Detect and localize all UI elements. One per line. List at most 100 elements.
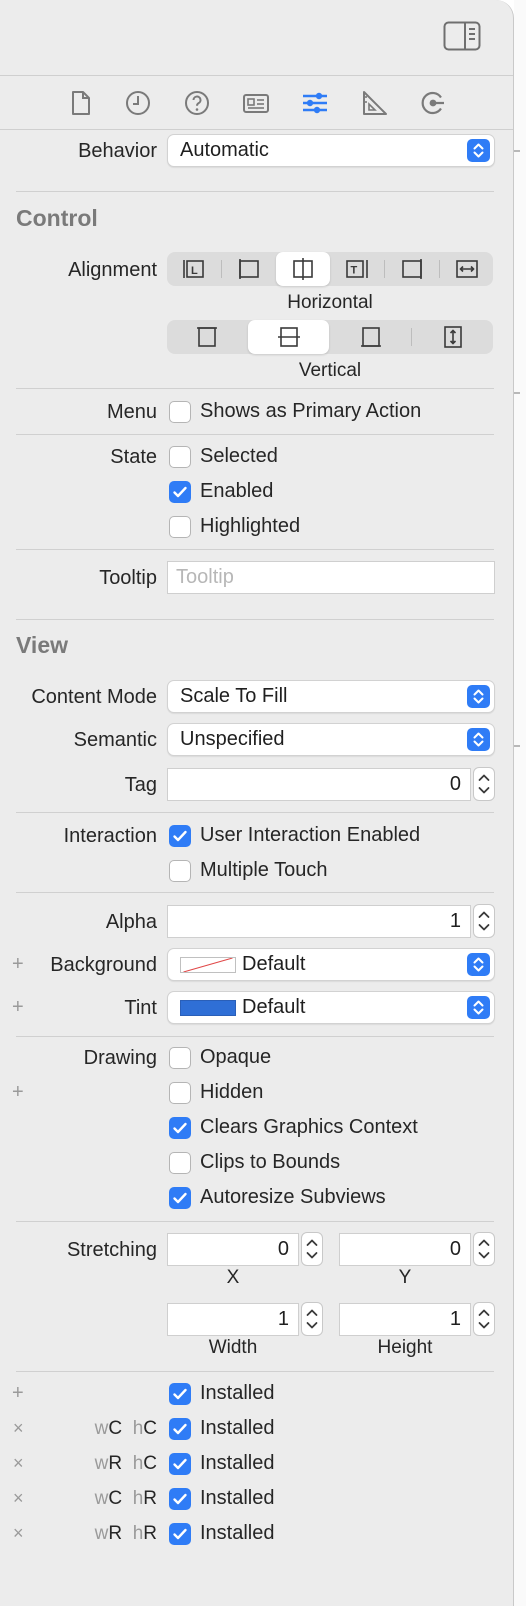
align-left-button[interactable]: L <box>167 252 221 286</box>
svg-text:T: T <box>351 265 358 277</box>
align-left-edge-button[interactable] <box>222 252 276 286</box>
add-hidden-variation-button[interactable]: + <box>12 1081 24 1104</box>
clips-bounds-checkbox[interactable] <box>169 1152 191 1174</box>
tab-file-inspector[interactable] <box>65 88 95 118</box>
tab-size-inspector[interactable] <box>359 88 389 118</box>
semantic-label: Semantic <box>73 729 157 751</box>
primary-action-label: Shows as Primary Action <box>200 400 422 422</box>
align-middle-button[interactable] <box>248 320 329 354</box>
stepper-arrows-icon <box>478 774 490 794</box>
align-bottom-button[interactable] <box>330 320 411 354</box>
tab-identity-inspector[interactable] <box>241 88 271 118</box>
canvas-edge <box>514 0 526 1606</box>
align-fill-button[interactable] <box>440 252 493 286</box>
checkmark-icon <box>173 1423 187 1435</box>
remove-variation-button[interactable]: × <box>13 1453 24 1474</box>
align-right-edge-button[interactable] <box>385 252 439 286</box>
menu-label: Menu <box>106 401 157 423</box>
semantic-popup[interactable]: Unspecified <box>167 723 495 756</box>
remove-variation-button[interactable]: × <box>13 1418 24 1439</box>
background-swatch <box>180 957 236 973</box>
semantic-value: Unspecified <box>180 728 285 750</box>
installed-checkbox[interactable] <box>169 1523 191 1545</box>
document-icon <box>72 91 90 115</box>
inspector-tab-bar <box>0 76 513 130</box>
inspector-toolbar <box>0 0 513 76</box>
selected-label: Selected <box>200 445 278 467</box>
autoresize-checkbox[interactable] <box>169 1187 191 1209</box>
tab-history-inspector[interactable] <box>123 88 153 118</box>
installed-checkbox[interactable] <box>169 1418 191 1440</box>
add-installed-variation-button[interactable]: + <box>12 1382 24 1405</box>
stretch-height-caption: Height <box>377 1337 433 1358</box>
installed-label: Installed <box>200 1487 275 1509</box>
multiple-touch-checkbox[interactable] <box>169 860 191 882</box>
size-class-w-value: R <box>108 1453 123 1474</box>
size-class-label: wR hR <box>95 1523 157 1545</box>
hidden-label: Hidden <box>200 1081 264 1103</box>
stretch-height-value: 1 <box>449 1308 461 1330</box>
tooltip-input[interactable]: Tooltip <box>167 561 495 594</box>
enabled-label: Enabled <box>200 480 274 502</box>
tag-input[interactable]: 0 <box>167 768 471 801</box>
align-fill-vertical-button[interactable] <box>412 320 493 354</box>
tint-popup[interactable]: Default <box>167 991 495 1024</box>
autoresize-label: Autoresize Subviews <box>200 1186 386 1208</box>
stepper-arrows-icon <box>478 1239 490 1259</box>
opaque-checkbox[interactable] <box>169 1047 191 1069</box>
checkmark-icon <box>173 1122 187 1134</box>
highlighted-checkbox[interactable] <box>169 516 191 538</box>
content-mode-popup[interactable]: Scale To Fill <box>167 680 495 713</box>
checkmark-icon <box>173 486 187 498</box>
stretch-y-stepper[interactable] <box>473 1232 495 1266</box>
align-fill-vertical-icon <box>443 326 462 348</box>
stretch-y-input[interactable]: 0 <box>339 1233 471 1266</box>
tint-swatch <box>180 1000 236 1016</box>
size-class-label: wR hC <box>95 1453 157 1475</box>
primary-action-checkbox[interactable] <box>169 401 191 423</box>
align-center-button[interactable] <box>276 252 330 286</box>
add-tint-variation-button[interactable]: + <box>12 996 24 1019</box>
remove-variation-button[interactable]: × <box>13 1488 24 1509</box>
align-trailing-button[interactable]: T <box>330 252 384 286</box>
popup-arrows-icon <box>467 685 490 708</box>
sidebar-toggle-icon[interactable] <box>443 21 481 51</box>
align-left-edge-icon <box>239 259 259 279</box>
align-center-icon <box>293 258 313 280</box>
alpha-input[interactable]: 1 <box>167 905 471 938</box>
size-class-w: w <box>94 1523 109 1544</box>
add-background-variation-button[interactable]: + <box>12 953 24 976</box>
installed-checkbox[interactable] <box>169 1453 191 1475</box>
clears-graphics-checkbox[interactable] <box>169 1117 191 1139</box>
behavior-popup[interactable]: Automatic <box>167 134 495 167</box>
installed-checkbox[interactable] <box>169 1383 191 1405</box>
tab-attributes-inspector[interactable] <box>300 88 330 118</box>
tag-stepper[interactable] <box>473 767 495 801</box>
tab-connections-inspector[interactable] <box>418 88 448 118</box>
selected-checkbox[interactable] <box>169 446 191 468</box>
checkmark-icon <box>173 1192 187 1204</box>
alpha-stepper[interactable] <box>473 904 495 938</box>
horizontal-alignment-control: L T <box>167 252 493 286</box>
enabled-checkbox[interactable] <box>169 481 191 503</box>
user-interaction-checkbox[interactable] <box>169 825 191 847</box>
checkmark-icon <box>173 1493 187 1505</box>
align-top-button[interactable] <box>167 320 247 354</box>
stretch-height-stepper[interactable] <box>473 1302 495 1336</box>
stretch-x-stepper[interactable] <box>301 1232 323 1266</box>
size-class-h: h <box>132 1418 144 1439</box>
size-class-h-value: C <box>143 1418 157 1439</box>
tab-quick-help[interactable] <box>182 88 212 118</box>
remove-variation-button[interactable]: × <box>13 1523 24 1544</box>
divider <box>16 388 494 389</box>
background-popup[interactable]: Default <box>167 948 495 981</box>
installed-checkbox[interactable] <box>169 1488 191 1510</box>
stretch-width-input[interactable]: 1 <box>167 1303 299 1336</box>
hidden-checkbox[interactable] <box>169 1082 191 1104</box>
svg-text:L: L <box>191 265 198 277</box>
stretch-x-input[interactable]: 0 <box>167 1233 299 1266</box>
behavior-label: Behavior <box>78 140 157 162</box>
stretch-width-stepper[interactable] <box>301 1302 323 1336</box>
stretch-height-input[interactable]: 1 <box>339 1303 471 1336</box>
interaction-label: Interaction <box>63 825 157 847</box>
